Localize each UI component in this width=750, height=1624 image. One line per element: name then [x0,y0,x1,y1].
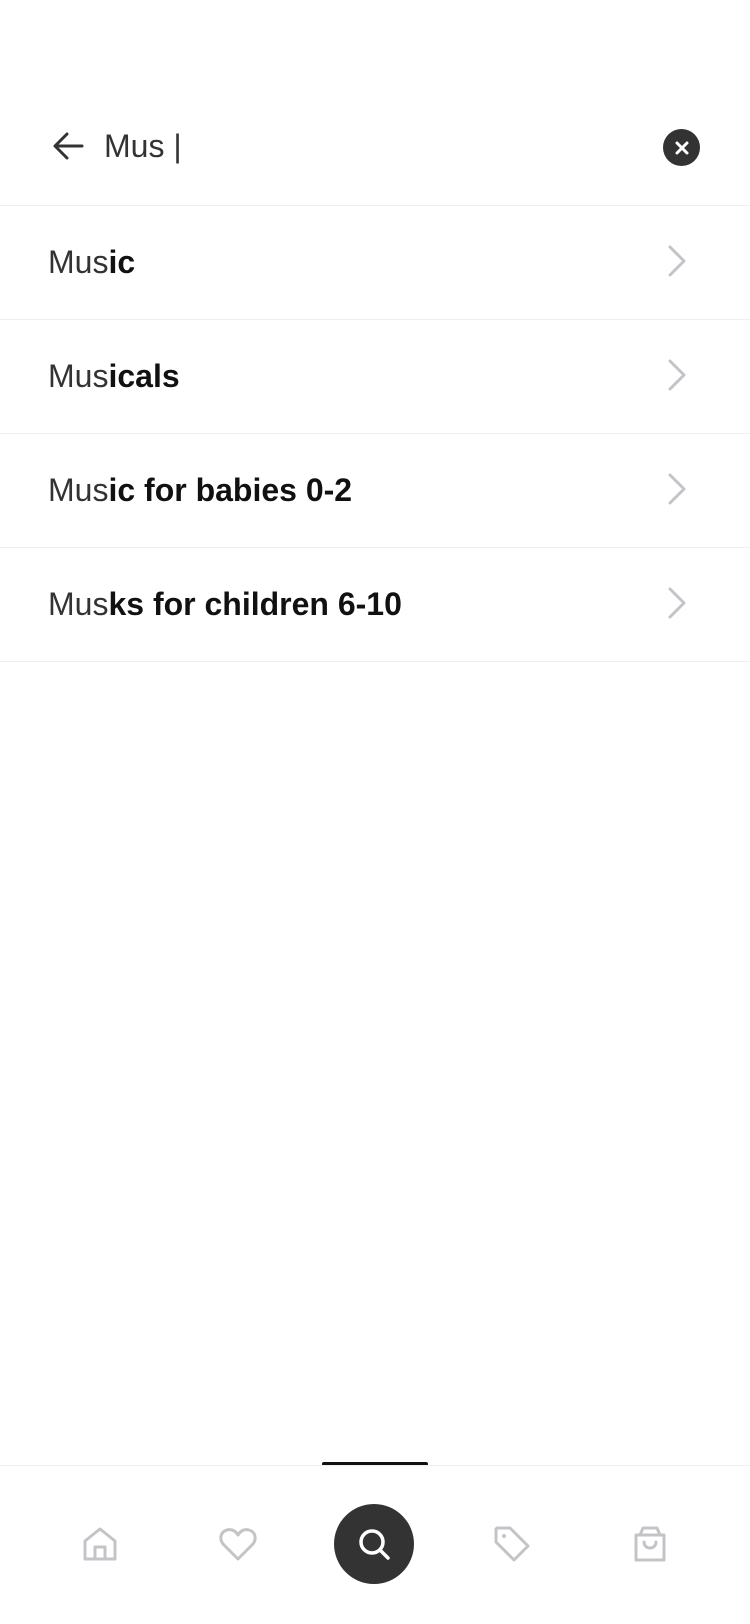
suggestion-item[interactable]: Music for babies 0-2 [0,434,750,548]
suggestion-item[interactable]: Musks for children 6-10 [0,548,750,662]
suggestion-match-text: Mus [48,472,109,508]
suggestion-label: Music for babies 0-2 [48,470,352,510]
nav-search-button[interactable] [334,1504,414,1584]
suggestion-completion-text: ic for babies 0-2 [108,472,353,508]
suggestion-label: Musks for children 6-10 [48,584,402,624]
suggestion-completion-text: icals [108,358,180,394]
nav-favorites-button[interactable] [216,1522,260,1566]
home-icon [83,1527,117,1561]
suggestion-match-text: Mus [48,358,109,394]
suggestion-label: Music [48,242,135,282]
suggestion-list: Music Musicals Music for babies 0-2 Musk… [0,206,750,662]
chevron-right-icon [668,359,686,391]
search-input[interactable] [104,120,624,172]
shopping-bag-icon [634,1526,666,1562]
suggestion-label: Musicals [48,356,180,396]
suggestion-completion-text: ic [108,244,136,280]
chevron-right-icon [668,587,686,619]
suggestion-match-text: Mus [48,586,109,622]
heart-icon [219,1528,257,1561]
arrow-left-icon [53,132,84,160]
back-button[interactable] [46,124,90,168]
suggestion-item[interactable]: Music [0,206,750,320]
tag-icon [494,1526,530,1562]
nav-home-button[interactable] [78,1522,122,1566]
search-page: Music Musicals Music for babies 0-2 Musk… [0,0,750,1624]
chevron-right-icon [668,473,686,505]
suggestion-item[interactable]: Musicals [0,320,750,434]
suggestion-match-text: Mus [48,244,109,280]
search-icon [359,1529,390,1560]
chevron-right-icon [668,245,686,277]
clear-search-button[interactable] [663,129,700,166]
close-icon [675,141,688,154]
suggestion-completion-text: ks for children 6-10 [108,586,402,622]
nav-cart-button[interactable] [628,1522,672,1566]
nav-deals-button[interactable] [490,1522,534,1566]
search-bar [0,88,750,206]
bottom-navigation [0,1465,750,1624]
